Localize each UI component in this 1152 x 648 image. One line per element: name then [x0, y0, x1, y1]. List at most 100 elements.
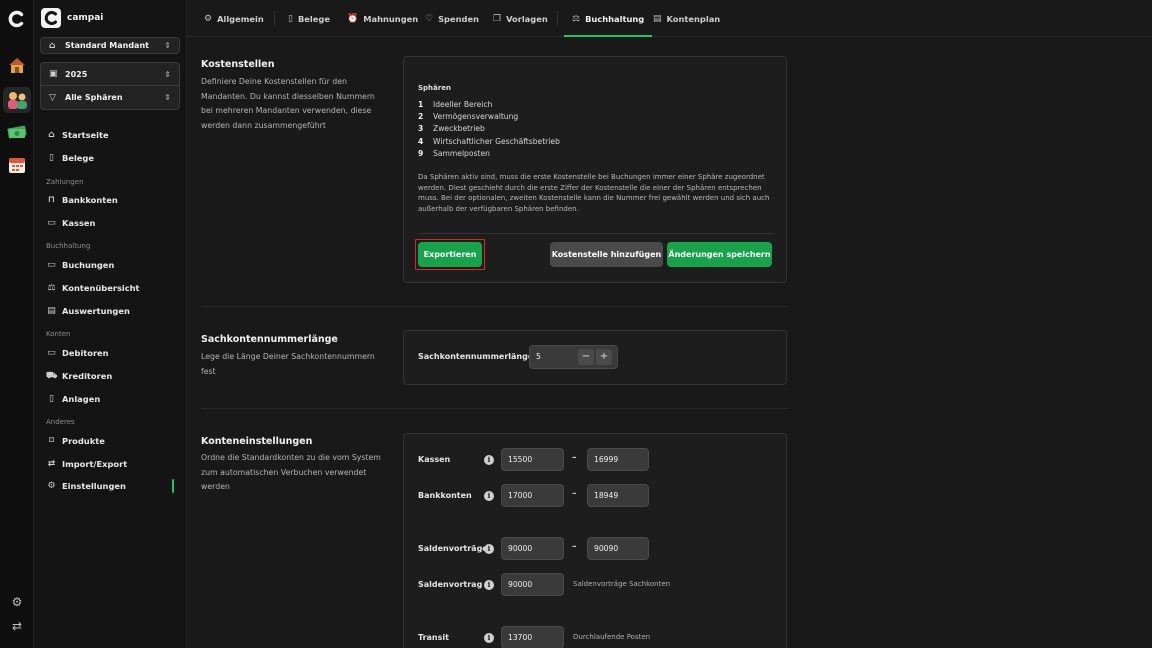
sachkonten-length-stepper[interactable]: 5 − + — [529, 345, 618, 369]
list-item: 2 Vermögensverwaltung — [418, 112, 560, 124]
konten-description: Ordne die Standardkonten zu die vom Syst… — [201, 453, 381, 491]
gear-icon: ⚙ — [47, 480, 56, 491]
sphere-number: 2 — [418, 112, 424, 122]
range-dash: – — [572, 453, 577, 463]
sidebar-item-label: Kreditoren — [62, 371, 113, 381]
sidebar-item-anlagen[interactable]: ▯ Anlagen — [40, 390, 180, 408]
year-value: 2025 — [65, 69, 88, 79]
campai-brand-icon — [41, 8, 61, 28]
info-icon[interactable]: i — [484, 491, 494, 501]
sidebar-item-bankkonten[interactable]: ⊓ Bankkonten — [40, 191, 180, 209]
year-select[interactable]: ▣ 2025 ⇕ — [40, 62, 180, 86]
list-item: 4 Wirtschaftlicher Geschäftsbetrieb — [418, 137, 560, 149]
saldenvortraege-label: Saldenvorträge — [418, 544, 488, 553]
house-app-icon[interactable] — [7, 55, 27, 75]
copy-icon: ❐ — [493, 13, 502, 24]
brand[interactable]: campai — [41, 8, 103, 28]
tab-label: Spenden — [438, 13, 479, 24]
sphere-select[interactable]: ▽ Alle Sphären ⇕ — [40, 86, 180, 110]
tab-divider — [557, 11, 558, 26]
info-icon[interactable]: i — [484, 544, 494, 554]
sidebar: campai ⌂ Standard Mandant ⇕ ▣ 2025 ⇕ ▽ A… — [34, 0, 187, 648]
sidebar-item-einstellungen[interactable]: ⚙ Einstellungen — [40, 477, 180, 495]
money-app-icon[interactable] — [7, 122, 27, 142]
bankkonten-to-input[interactable]: 18949 — [587, 484, 649, 507]
switch-arrows-icon[interactable]: ⇄ — [10, 619, 24, 633]
bankkonten-from-input[interactable]: 17000 — [501, 484, 564, 507]
sidebar-section-anderes: Anderes — [46, 418, 75, 426]
kassen-label: Kassen — [418, 455, 451, 464]
sidebar-item-auswertungen[interactable]: ▤ Auswertungen — [40, 302, 180, 320]
tab-belege[interactable]: ▯ Belege — [288, 0, 330, 37]
app-rail: ⚙ ⇄ — [0, 0, 34, 648]
building-icon: ⌂ — [49, 40, 56, 51]
sidebar-item-label: Startseite — [62, 130, 109, 140]
kassen-from-input[interactable]: 15500 — [501, 448, 564, 471]
calendar-icon: ▣ — [49, 69, 58, 79]
info-icon[interactable]: i — [484, 455, 494, 465]
sphere-value: Alle Sphären — [65, 93, 123, 102]
sachkonten-description: Lege die Länge Deiner Sachkontennummern … — [201, 352, 375, 376]
konten-title: Konteneinstellungen — [201, 436, 313, 447]
spheres-note: Da Sphären aktiv sind, muss die erste Ko… — [418, 173, 770, 213]
sphere-label: Zweckbetrieb — [433, 124, 485, 134]
sphere-number: 1 — [418, 100, 424, 109]
sidebar-item-debitoren[interactable]: ▭ Debitoren — [40, 344, 180, 362]
info-icon[interactable]: i — [484, 580, 494, 590]
tab-spenden[interactable]: ♡ Spenden — [425, 0, 479, 37]
sidebar-item-kontenuebersicht[interactable]: ⚖ Kontenübersicht — [40, 279, 180, 297]
sidebar-item-import-export[interactable]: ⇄ Import/Export — [40, 455, 180, 473]
sachkonten-title: Sachkontennummerlänge — [201, 334, 338, 345]
decrement-button[interactable]: − — [578, 349, 594, 365]
sidebar-section-buchhaltung: Buchhaltung — [46, 242, 91, 250]
sphere-label: Vermögensverwaltung — [433, 112, 519, 122]
document-icon: ▯ — [288, 13, 293, 24]
tab-buchhaltung[interactable]: ⚖ Buchhaltung — [563, 0, 653, 37]
saldenvortrag-input[interactable]: 90000 — [501, 573, 564, 596]
tenant-value: Standard Mandant — [65, 41, 149, 50]
tenant-select[interactable]: ⌂ Standard Mandant ⇕ — [40, 37, 180, 54]
range-dash: – — [572, 542, 577, 552]
tab-divider — [274, 11, 275, 26]
tab-label: Vorlagen — [506, 13, 548, 24]
sidebar-item-label: Kontenübersicht — [62, 283, 140, 293]
sphere-label: Sammelposten — [433, 148, 490, 158]
calendar-app-icon[interactable] — [7, 155, 27, 175]
sidebar-item-startseite[interactable]: ⌂ Startseite — [40, 126, 180, 144]
save-changes-button[interactable]: Änderungen speichern — [667, 242, 772, 267]
brand-name: campai — [67, 13, 104, 23]
people-app-icon[interactable] — [3, 87, 31, 113]
increment-button[interactable]: + — [596, 349, 612, 365]
kassen-to-input[interactable]: 16999 — [587, 448, 649, 471]
bank-icon: ⊓ — [47, 194, 56, 205]
gear-icon: ⚙ — [204, 13, 213, 24]
info-icon[interactable]: i — [484, 633, 494, 643]
arrows-icon: ⇄ — [47, 458, 56, 469]
add-cost-center-button[interactable]: Kostenstelle hinzufügen — [550, 242, 663, 267]
saldenvortraege-from-input[interactable]: 90000 — [501, 537, 564, 560]
filter-icon: ▽ — [49, 92, 56, 103]
settings-cog-icon[interactable]: ⚙ — [10, 595, 24, 609]
transit-input[interactable]: 13700 — [501, 626, 564, 648]
sidebar-item-kreditoren[interactable]: ⛟ Kreditoren — [40, 367, 180, 385]
tab-mahnungen[interactable]: ⏰ Mahnungen — [347, 0, 418, 37]
campai-logo-icon[interactable] — [8, 10, 26, 28]
chevron-updown-icon: ⇕ — [164, 41, 171, 50]
tab-label: Allgemein — [217, 13, 264, 24]
sidebar-item-label: Bankkonten — [62, 195, 118, 205]
sidebar-item-produkte[interactable]: ⌑ Produkte — [40, 432, 180, 450]
tab-allgemein[interactable]: ⚙ Allgemein — [204, 0, 264, 37]
saldenvortraege-to-input[interactable]: 90090 — [587, 537, 649, 560]
tab-vorlagen[interactable]: ❐ Vorlagen — [493, 0, 548, 37]
sidebar-item-label: Anlagen — [62, 394, 101, 404]
section-divider — [201, 306, 787, 307]
sidebar-item-buchungen[interactable]: ▭ Buchungen — [40, 256, 180, 274]
alarm-icon: ⏰ — [347, 13, 359, 24]
card-icon: ▭ — [47, 347, 56, 358]
kostenstellen-description: Definiere Deine Kostenstellen für den Ma… — [201, 77, 375, 130]
sidebar-item-belege[interactable]: ▯ Belege — [40, 149, 180, 167]
table-icon: ▤ — [47, 305, 56, 316]
tab-kontenplan[interactable]: ▤ Kontenplan — [653, 0, 720, 37]
export-button[interactable]: Exportieren — [418, 242, 482, 267]
sidebar-item-kassen[interactable]: ▭ Kassen — [40, 214, 180, 232]
